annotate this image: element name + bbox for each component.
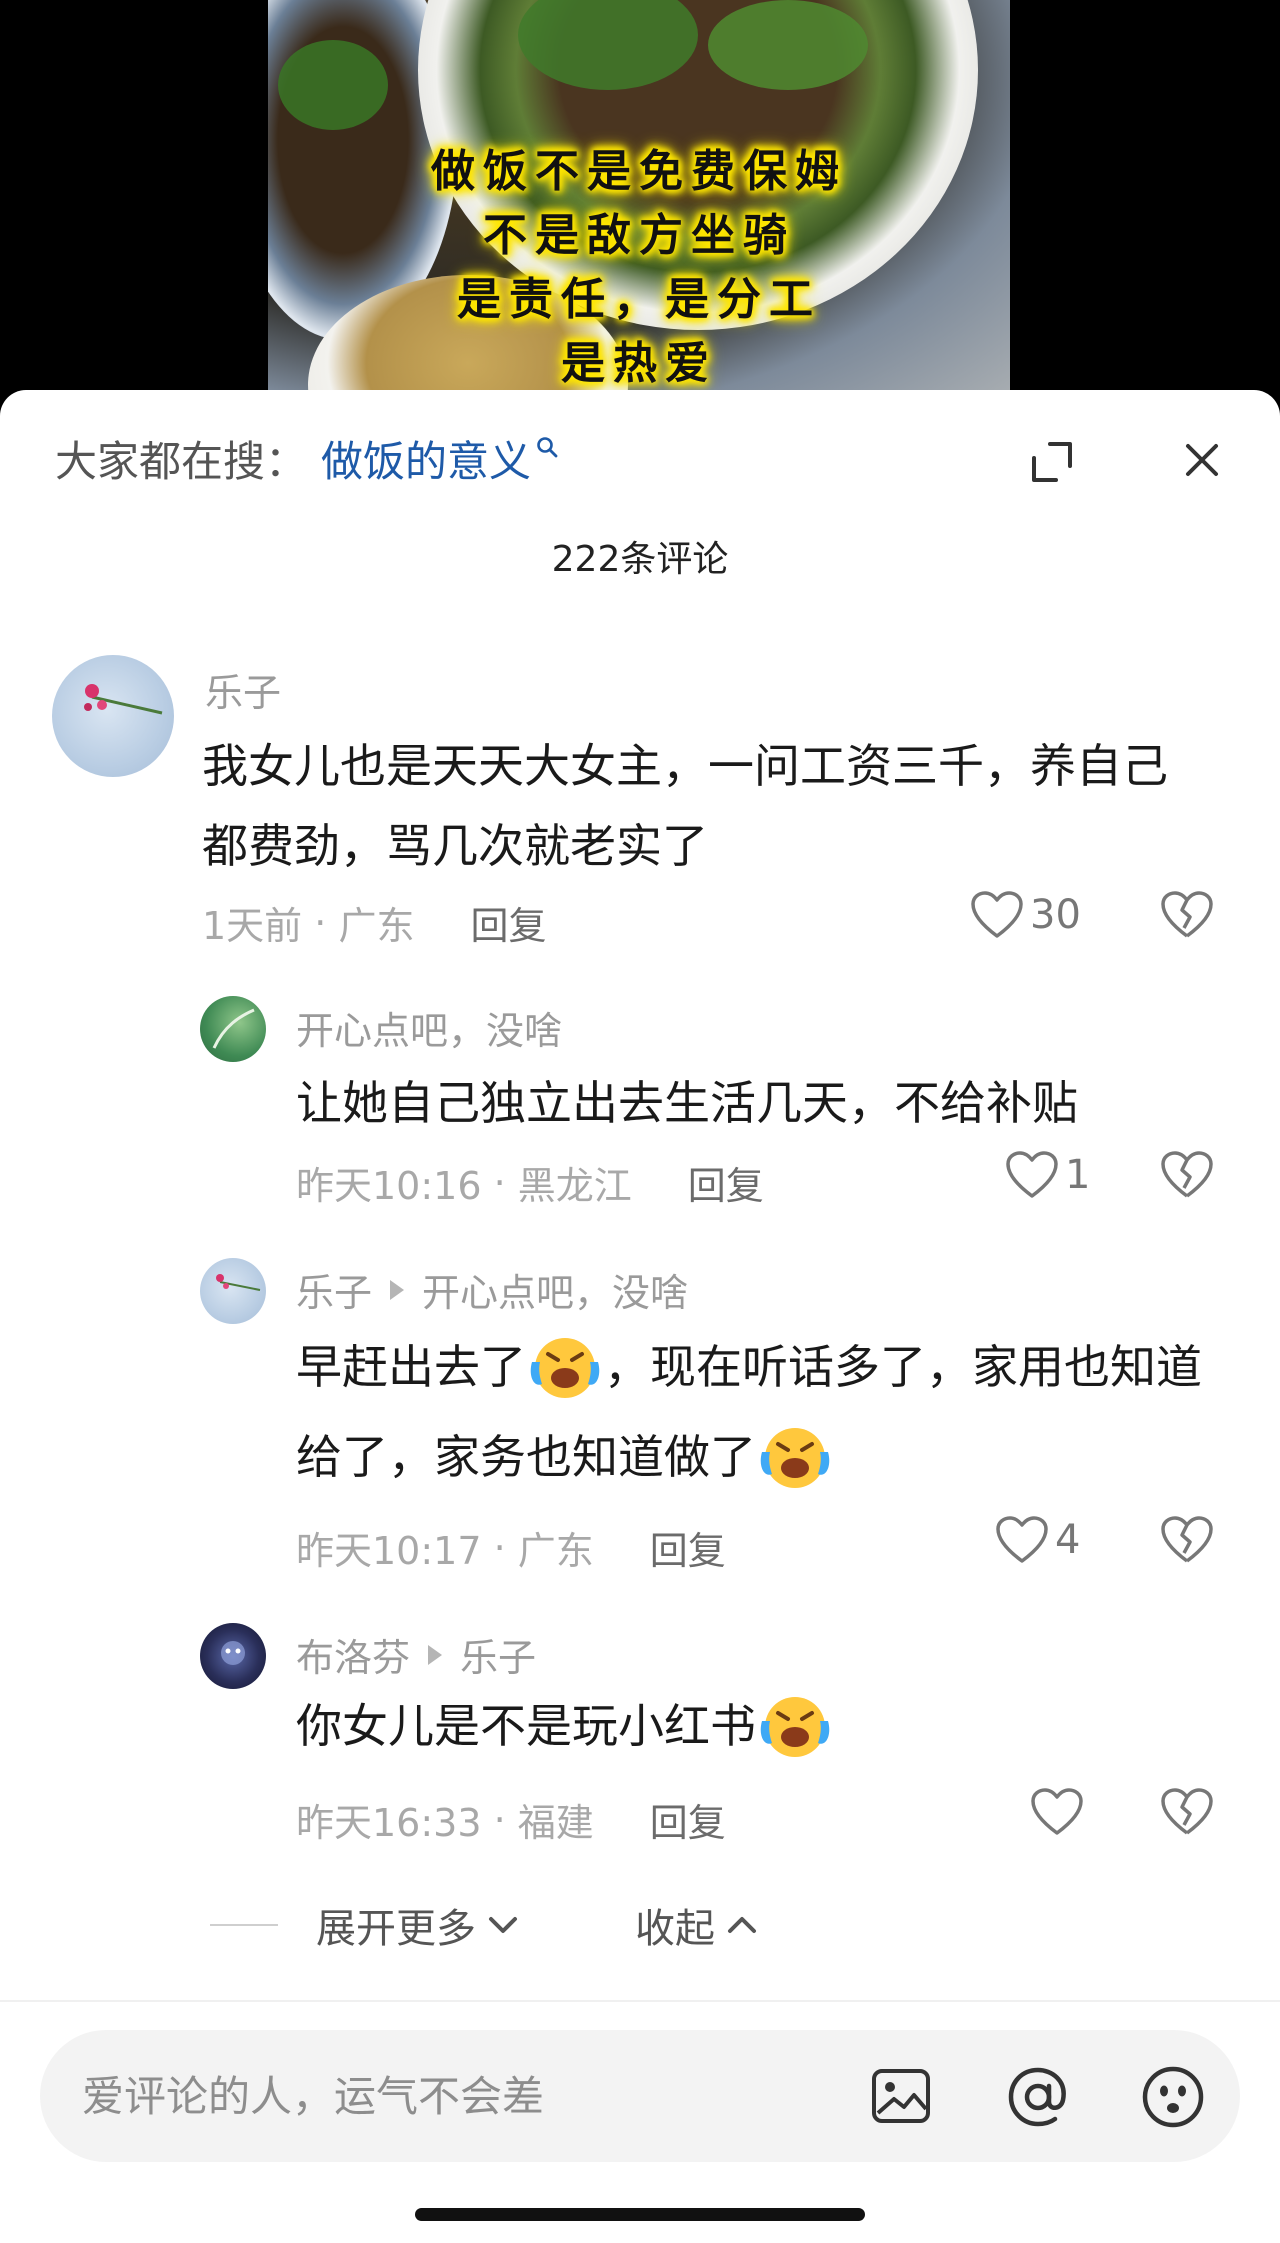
emoji-icon[interactable] <box>1140 2064 1206 2130</box>
broken-heart-icon[interactable] <box>1160 1515 1214 1565</box>
collapse-button[interactable]: 收起 <box>635 1896 759 1954</box>
chevron-up-icon <box>728 1917 756 1933</box>
username-text[interactable]: 乐子 <box>205 662 281 717</box>
comment-time: 1天前 <box>202 904 303 948</box>
reply-time: 昨天16:33 <box>296 1801 482 1845</box>
cilantro-garnish <box>278 40 388 130</box>
reply-meta: 昨天16:33 · 福建 回复 <box>296 1792 726 1847</box>
chevron-down-icon <box>489 1917 517 1933</box>
search-suggestion[interactable]: 大家都在搜： 做饭的意义 <box>55 428 559 488</box>
thread-divider-line <box>210 1924 278 1926</box>
laughing-crying-emoji <box>760 1696 830 1757</box>
character-avatar-art <box>221 1641 245 1665</box>
like-count: 4 <box>1055 1517 1081 1563</box>
comment-username[interactable]: 乐子 <box>205 662 281 717</box>
leaf-avatar-art <box>212 1008 255 1049</box>
collapse-label: 收起 <box>635 1906 715 1952</box>
flower-avatar-art <box>84 684 163 715</box>
flower-avatar-art <box>216 1274 261 1291</box>
expand-icon[interactable] <box>1028 438 1076 486</box>
thread-controls: 展开更多 收起 <box>210 1890 759 1960</box>
video-caption: 做饭不是免费保姆 不是敌方坐骑 是责任，是分工 是热爱 <box>268 140 1010 396</box>
comment-input-bar <box>40 2030 1240 2162</box>
like-count: 1 <box>1065 1152 1091 1198</box>
cilantro-garnish <box>708 0 868 90</box>
comment-text[interactable]: 我女儿也是天天大女主，一问工资三千，养自己都费劲，骂几次就老实了 <box>202 726 1212 886</box>
reply-meta: 昨天10:17 · 广东 回复 <box>296 1520 726 1575</box>
expand-more-button[interactable]: 展开更多 <box>316 1896 520 1954</box>
caption-line: 是热爱 <box>561 338 717 389</box>
avatar[interactable] <box>200 996 266 1062</box>
reply-button[interactable]: 回复 <box>650 1520 726 1575</box>
meta-separator: · <box>481 1525 518 1570</box>
reply-text[interactable]: 让她自己独立出去生活几天，不给补贴 <box>296 1063 1216 1143</box>
avatar[interactable] <box>200 1623 266 1689</box>
comment-location: 广东 <box>338 904 415 948</box>
comment-sheet: 大家都在搜： 做饭的意义 222条评论 乐子 我女儿也是天天大女主，一问工资三千… <box>0 390 1280 2243</box>
reply-text[interactable]: 你女儿是不是玩小红书 <box>296 1686 1226 1766</box>
heart-icon <box>971 891 1023 938</box>
comment-count: 222条评论 <box>551 539 729 580</box>
reply-location: 黑龙江 <box>517 1164 632 1208</box>
video-player[interactable]: 做饭不是免费保姆 不是敌方坐骑 是责任，是分工 是热爱 <box>0 0 1280 400</box>
reply-username[interactable]: 开心点吧，没啥 <box>296 1000 562 1055</box>
reply-arrow-icon <box>428 1644 443 1665</box>
reply-button[interactable]: 回复 <box>650 1792 726 1847</box>
like-count: 30 <box>1030 892 1081 938</box>
expand-more-label: 展开更多 <box>316 1906 476 1952</box>
reply-target-username[interactable]: 乐子 <box>460 1627 536 1682</box>
avatar[interactable] <box>52 655 174 777</box>
search-suggestion-prefix: 大家都在搜： <box>55 436 308 486</box>
meta-separator: · <box>302 900 339 945</box>
close-icon[interactable] <box>1180 438 1224 482</box>
reply-text-part: 你女儿是不是玩小红书 <box>296 1699 756 1753</box>
home-indicator[interactable] <box>415 2208 865 2221</box>
caption-line: 不是敌方坐骑 <box>483 210 795 261</box>
avatar[interactable] <box>200 1258 266 1324</box>
username-text[interactable]: 乐子 <box>296 1262 372 1317</box>
reply-text-part: 早赶出去了 <box>296 1340 526 1394</box>
divider <box>0 2000 1280 2002</box>
reply-target-username[interactable]: 开心点吧，没啥 <box>422 1262 688 1317</box>
reply-button[interactable]: 回复 <box>470 895 546 950</box>
reply-username[interactable]: 乐子 开心点吧，没啥 <box>296 1262 688 1317</box>
at-icon[interactable] <box>1005 2064 1071 2130</box>
search-icon <box>537 437 558 458</box>
image-icon[interactable] <box>870 2065 932 2127</box>
like-button[interactable] <box>1030 1787 1090 1837</box>
broken-heart-icon[interactable] <box>1160 1150 1214 1200</box>
reply-meta: 昨天10:16 · 黑龙江 回复 <box>296 1155 764 1210</box>
reply-location: 广东 <box>517 1529 594 1573</box>
search-suggestion-keyword[interactable]: 做饭的意义 <box>321 428 531 489</box>
like-button[interactable]: 30 <box>970 890 1081 940</box>
video-frame[interactable]: 做饭不是免费保姆 不是敌方坐骑 是责任，是分工 是热爱 <box>268 0 1010 400</box>
broken-heart-icon[interactable] <box>1160 890 1214 940</box>
heart-icon <box>1031 1788 1083 1835</box>
like-button[interactable]: 4 <box>995 1515 1080 1565</box>
reply-time: 昨天10:17 <box>296 1529 482 1573</box>
broken-heart-icon[interactable] <box>1160 1787 1214 1837</box>
reply-time: 昨天10:16 <box>296 1164 482 1208</box>
heart-icon <box>996 1516 1048 1563</box>
comment-input[interactable] <box>82 2030 842 2162</box>
laughing-crying-emoji <box>760 1427 830 1488</box>
username-text[interactable]: 布洛芬 <box>296 1627 410 1682</box>
laughing-crying-emoji <box>530 1337 600 1398</box>
caption-line: 是责任，是分工 <box>457 274 821 325</box>
reply-button[interactable]: 回复 <box>688 1155 764 1210</box>
heart-icon <box>1006 1151 1058 1198</box>
reply-arrow-icon <box>390 1279 405 1300</box>
reply-location: 福建 <box>517 1801 594 1845</box>
caption-line: 做饭不是免费保姆 <box>431 146 847 197</box>
comment-meta: 1天前 · 广东 回复 <box>202 895 546 950</box>
username-text[interactable]: 开心点吧，没啥 <box>296 1000 562 1055</box>
meta-separator: · <box>481 1160 518 1205</box>
like-button[interactable]: 1 <box>1005 1150 1090 1200</box>
reply-text[interactable]: 早赶出去了 ，现在听话多了，家用也知道给了，家务也知道做了 <box>296 1322 1226 1502</box>
reply-username[interactable]: 布洛芬 乐子 <box>296 1627 536 1682</box>
meta-separator: · <box>481 1797 518 1842</box>
